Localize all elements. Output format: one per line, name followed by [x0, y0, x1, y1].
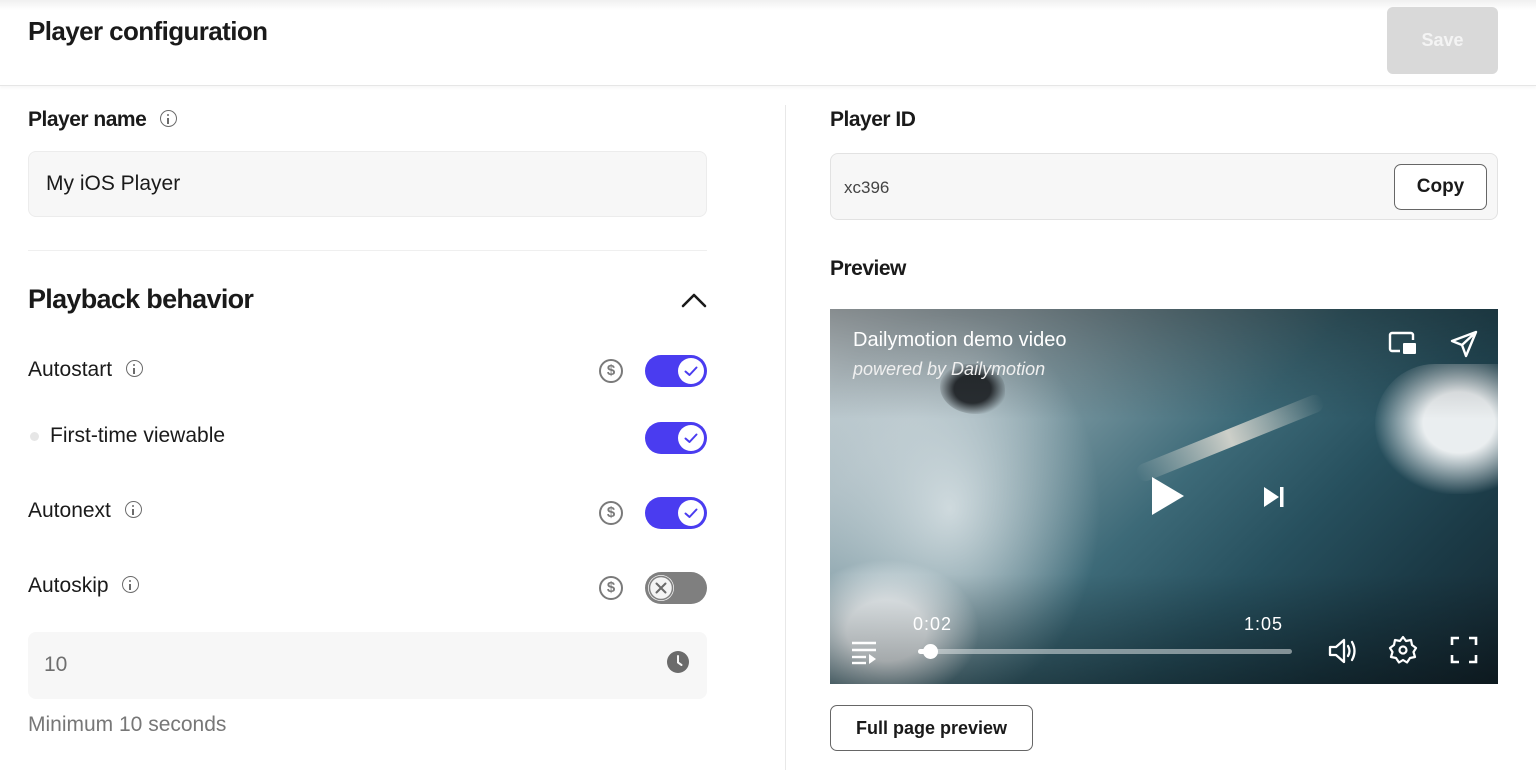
player-id-label: Player ID: [830, 108, 916, 131]
play-icon[interactable]: [1148, 474, 1188, 518]
share-send-icon[interactable]: [1449, 329, 1479, 359]
column-divider: [785, 105, 786, 770]
autostart-row-label: Autostart: [28, 358, 143, 382]
autoskip-seconds-input[interactable]: 10: [28, 632, 707, 699]
monetization-dollar-icon: $: [599, 501, 623, 525]
first-time-viewable-label: First-time viewable: [50, 424, 226, 447]
monetization-dollar-icon: $: [599, 359, 623, 383]
toggle-knob: [648, 575, 674, 601]
player-id-value: xc396: [844, 178, 890, 197]
top-bar: Player configuration Save: [0, 0, 1536, 86]
autonext-label: Autonext: [28, 499, 111, 522]
preview-label: Preview: [830, 257, 906, 280]
check-icon: [684, 433, 698, 443]
player-name-input[interactable]: [28, 151, 707, 217]
chevron-up-icon[interactable]: [680, 290, 708, 310]
copy-button[interactable]: Copy: [1394, 164, 1487, 210]
volume-icon[interactable]: [1327, 637, 1359, 665]
playlist-icon[interactable]: [850, 639, 878, 665]
current-time: 0:02: [913, 614, 953, 634]
duration: 1:05: [1244, 614, 1284, 634]
video-player[interactable]: Dailymotion demo video powered by Dailym…: [830, 309, 1498, 684]
progress-scrubber[interactable]: [922, 644, 938, 659]
autostart-label: Autostart: [28, 358, 113, 381]
info-icon[interactable]: [125, 360, 143, 378]
clock-icon: [667, 651, 689, 673]
settings-gear-icon[interactable]: [1388, 635, 1418, 665]
playback-behavior-title: Playback behavior: [28, 284, 254, 314]
autostart-toggle[interactable]: [645, 355, 707, 387]
autoskip-label: Autoskip: [28, 574, 109, 597]
check-icon: [684, 366, 698, 376]
first-time-viewable-toggle[interactable]: [645, 422, 707, 454]
autonext-toggle[interactable]: [645, 497, 707, 529]
info-icon[interactable]: [159, 110, 177, 128]
check-icon: [684, 508, 698, 518]
video-subtitle: powered by Dailymotion: [853, 359, 1046, 379]
toggle-knob: [678, 500, 704, 526]
player-name-label-text: Player name: [28, 108, 147, 131]
autoskip-seconds-value: 10: [44, 653, 68, 676]
page-title: Player configuration: [28, 16, 268, 46]
full-page-preview-button[interactable]: Full page preview: [830, 705, 1033, 751]
monetization-dollar-icon: $: [599, 576, 623, 600]
bullet-dot: [30, 432, 39, 441]
section-divider: [28, 250, 707, 251]
autoskip-toggle[interactable]: [645, 572, 707, 604]
info-icon[interactable]: [124, 501, 142, 519]
picture-in-picture-icon[interactable]: [1388, 330, 1418, 358]
x-icon: [648, 575, 674, 601]
player-id-field: xc396 Copy: [830, 153, 1498, 220]
fullscreen-icon[interactable]: [1450, 636, 1478, 664]
toggle-knob: [678, 425, 704, 451]
autoskip-row-label: Autoskip: [28, 574, 140, 598]
skip-next-icon[interactable]: [1262, 485, 1286, 509]
autoskip-helper-text: Minimum 10 seconds: [28, 713, 227, 736]
autonext-row-label: Autonext: [28, 499, 142, 523]
save-button[interactable]: Save: [1387, 7, 1498, 74]
progress-bar[interactable]: [918, 644, 1292, 659]
player-name-label: Player name: [28, 108, 177, 132]
video-title: Dailymotion demo video: [853, 329, 1067, 351]
info-icon[interactable]: [122, 576, 140, 594]
toggle-knob: [678, 358, 704, 384]
